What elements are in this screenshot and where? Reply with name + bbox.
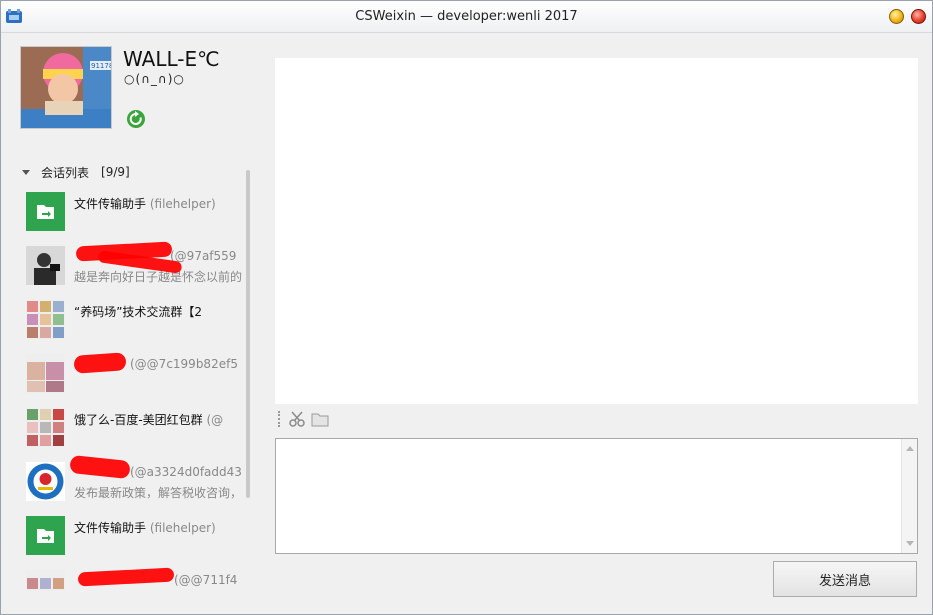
session-list-count: [9/9] [101,165,130,179]
contact-id: (filehelper) [149,521,216,535]
message-input-text[interactable] [280,443,897,549]
session-item-name: 文件传输助手 (filehelper) [74,519,216,536]
profile-nickname: WALL-E℃ [123,47,220,71]
send-message-button[interactable]: 发送消息 [773,561,917,597]
contact-id: (@ [206,413,224,427]
contact-id: (@97af559 [170,249,237,263]
session-item-preview: 发布最新政策，解答税收咨询， [74,486,243,500]
input-toolbar [275,408,355,430]
contact-name: 饿了么-百度-美团红包群 [74,413,203,427]
scroll-down-icon[interactable] [906,541,914,546]
group-avatar [26,408,65,447]
contact-id: (@@711f4 [174,573,238,587]
window-title: CSWeixin — developer:wenli 2017 [355,9,578,24]
contact-avatar [26,246,65,285]
title-bar: CSWeixin — developer:wenli 2017 [1,1,932,33]
session-list-label: 会话列表 [41,165,90,180]
file-transfer-icon [26,516,65,555]
profile-signature: ○(∩_∩)○ [124,72,185,86]
folder-icon[interactable] [311,410,329,428]
session-item[interactable]: (@@711f4 [18,564,244,591]
contact-id: (filehelper) [149,197,216,211]
scroll-up-icon[interactable] [906,446,914,451]
contact-id: (@a3324d0fadd43 [130,465,242,479]
chat-message-area[interactable] [275,58,918,404]
contact-name: “养码场”技术交流群【2 [74,305,203,319]
session-item[interactable]: 饿了么-百度-美团红包群 (@ [18,402,244,454]
session-item[interactable]: (@97af559 越是奔向好日子越是怀念以前的 [18,240,244,292]
official-account-avatar [26,462,65,501]
group-avatar [26,354,65,393]
collapse-triangle-icon[interactable] [22,169,30,175]
session-list-header[interactable]: 会话列表 [9/9] [22,164,130,180]
contact-name: 文件传输助手 [74,521,147,535]
avatar-image: 911787 [21,47,112,128]
profile-avatar[interactable]: 911787 [20,46,112,129]
avatar-caption: 911787 [91,62,112,70]
session-item-name: 文件传输助手 (filehelper) [74,195,216,212]
session-list-scrollbar[interactable] [246,170,250,498]
session-item[interactable]: 文件传输助手 (filehelper) [18,186,244,238]
toolbar-grip[interactable] [278,411,280,427]
group-avatar [26,300,65,339]
scissors-icon[interactable] [288,410,306,428]
refresh-icon[interactable] [126,109,146,129]
file-transfer-icon [26,192,65,231]
message-input[interactable] [275,438,918,554]
group-avatar [26,570,65,591]
contact-id: (@@7c199b82ef5 [130,357,238,371]
minimize-button[interactable] [889,9,904,24]
session-item[interactable]: (@@7c199b82ef5 [18,348,244,400]
session-item-name: “养码场”技术交流群【2 [74,303,202,320]
close-button[interactable] [911,9,926,24]
app-window: CSWeixin — developer:wenli 2017 911787 W… [0,0,933,615]
session-item-name: 饿了么-百度-美团红包群 (@ [74,411,223,428]
redaction-mark [73,352,127,374]
session-item[interactable]: 文件传输助手 (filehelper) [18,510,244,562]
input-scrollbar[interactable] [901,439,917,553]
session-item[interactable]: (@a3324d0fadd43 发布最新政策，解答税收咨询， [18,454,244,508]
session-list: 会话列表 [9/9] 文件传输助手 (filehelper) (@97af559… [18,158,252,591]
contact-name: 文件传输助手 [74,197,147,211]
session-item[interactable]: “养码场”技术交流群【2 [18,294,244,346]
